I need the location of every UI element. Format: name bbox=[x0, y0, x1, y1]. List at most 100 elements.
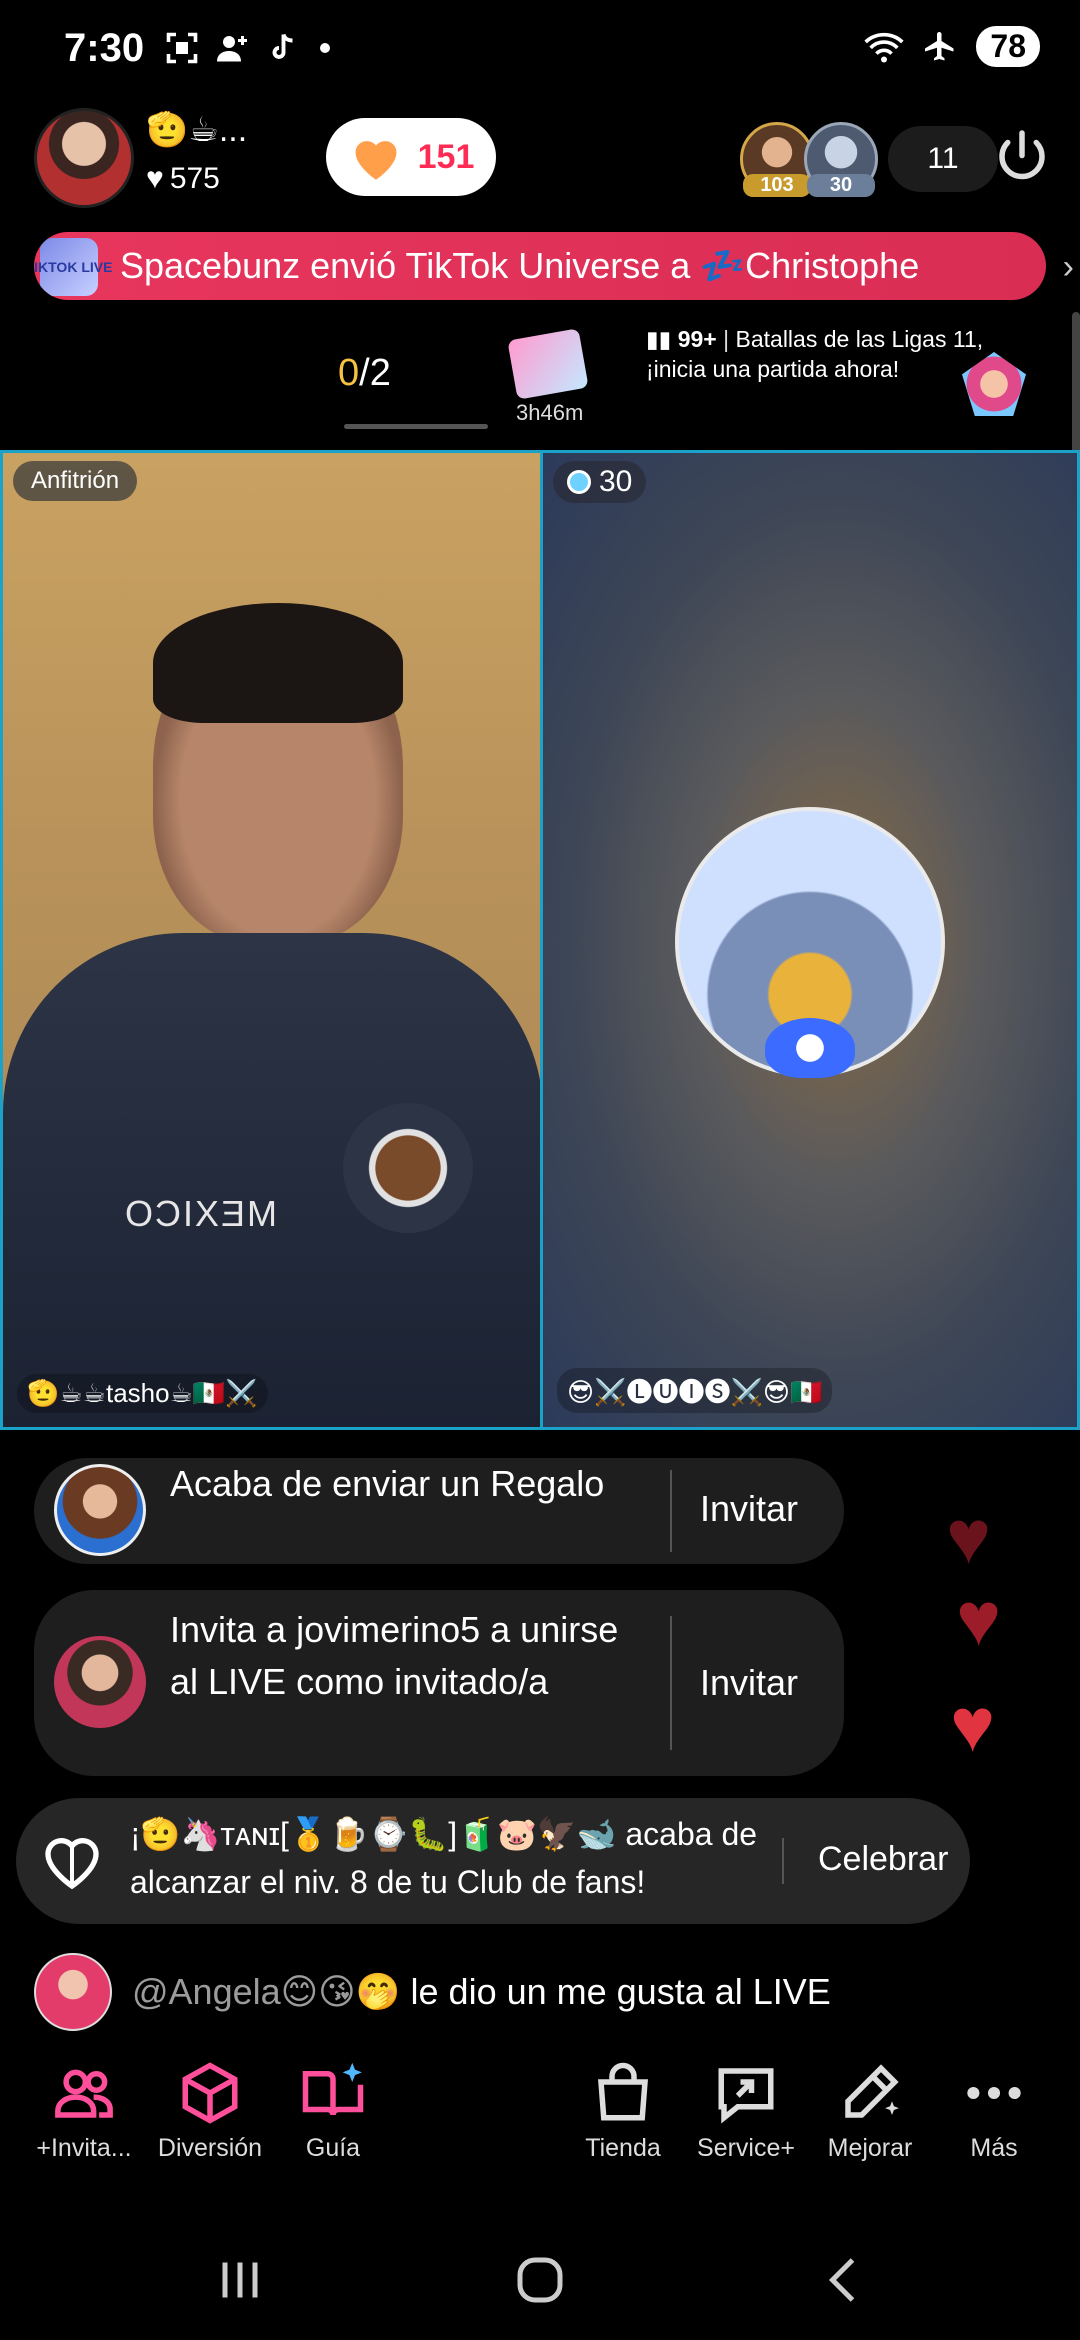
tool-label: +Invita... bbox=[36, 2134, 132, 2162]
tiktok-icon bbox=[272, 33, 293, 59]
status-time: 7:30 bbox=[64, 26, 145, 70]
guests-icon bbox=[55, 2069, 113, 2118]
top-viewer-avatar[interactable]: 103 bbox=[740, 122, 814, 197]
host-video-panel[interactable]: MEXICO Anfitrión 🫡☕☕tasho☕🇲🇽⚔️ bbox=[3, 453, 543, 1427]
league-divider: | bbox=[723, 326, 736, 352]
tool-invite[interactable]: +Invita... bbox=[24, 2060, 144, 2163]
invite-button[interactable]: Invitar bbox=[700, 1488, 798, 1530]
fanclub-card: ¡🫡🦄ᴛᴀɴɪ[🥇🍺⌚🐛]🧃🐷🦅🐋 acaba de alcanzar el n… bbox=[16, 1798, 970, 1924]
league-timer: 3h46m bbox=[516, 400, 584, 425]
league-row: 0/2 3h46m ▮▮ 99+ | Batallas de las Ligas… bbox=[0, 310, 1080, 450]
more-dots-icon bbox=[967, 2086, 1021, 2100]
guest-panel-name[interactable]: 😎⚔️🅛🅤🅘🅢⚔️😎🇲🇽 bbox=[557, 1368, 833, 1413]
invite-avatar[interactable] bbox=[54, 1464, 146, 1556]
bar-chart-icon: ▮▮ bbox=[646, 326, 678, 352]
battery-indicator: 78 bbox=[976, 26, 1040, 67]
gift-banner-text: Spacebunz envió TikTok Universe a 💤Chris… bbox=[120, 245, 920, 286]
shirt-emblem bbox=[343, 1103, 473, 1233]
battery-level: 78 bbox=[990, 28, 1026, 64]
add-user-icon bbox=[217, 36, 247, 62]
heart-icon: ♥ bbox=[950, 1683, 996, 1768]
magic-pen-icon bbox=[845, 2064, 899, 2118]
guest-score-badge: 30 bbox=[553, 461, 647, 503]
airplane-icon bbox=[925, 31, 954, 60]
notification-dot bbox=[320, 43, 330, 53]
battle-panels: MEXICO Anfitrión 🫡☕☕tasho☕🇲🇽⚔️ 30 😎⚔️🅛🅤🅘… bbox=[0, 450, 1080, 1430]
screenshot-icon bbox=[166, 32, 198, 64]
host-likes: ♥ 575 bbox=[146, 162, 220, 196]
league-message[interactable]: ▮▮ 99+ | Batallas de las Ligas 11, ¡inic… bbox=[646, 324, 986, 384]
like-count: 151 bbox=[417, 137, 475, 176]
card-divider bbox=[670, 1470, 672, 1552]
viewer-badge: 30 bbox=[807, 174, 875, 197]
gift-banner[interactable]: TIKTOK LIVE Spacebunz envió TikTok Unive… bbox=[34, 232, 1046, 300]
heart-icon: ♥ bbox=[956, 1577, 1002, 1662]
lotus-icon bbox=[765, 1018, 855, 1078]
tiktok-live-icon: TIKTOK LIVE bbox=[34, 238, 112, 296]
invite-card: Acaba de enviar un Regalo Invitar bbox=[34, 1458, 844, 1564]
live-toolbar: +Invita... Diversión Guía Tienda Service… bbox=[0, 2060, 1080, 2190]
shirt-text: MEXICO bbox=[123, 1193, 278, 1234]
league-progress-total: /2 bbox=[359, 352, 391, 394]
host-avatar[interactable] bbox=[34, 108, 134, 208]
back-icon[interactable] bbox=[815, 2250, 875, 2310]
tool-label: Mejorar bbox=[827, 2134, 913, 2162]
recent-apps-icon[interactable] bbox=[210, 2250, 270, 2310]
league-message-title: Batallas de las Ligas bbox=[735, 326, 947, 352]
shopping-bag-icon bbox=[598, 2062, 648, 2121]
tool-fun[interactable]: Diversión bbox=[150, 2060, 270, 2163]
host-likes-count: 575 bbox=[169, 162, 220, 195]
invite-avatar[interactable] bbox=[54, 1636, 146, 1728]
status-right: 78 bbox=[864, 26, 1040, 67]
host-tag: Anfitrión bbox=[13, 461, 138, 501]
invite-text: Acaba de enviar un Regalo bbox=[170, 1463, 605, 1504]
home-icon[interactable] bbox=[510, 2250, 570, 2310]
heart-icon: ♥ bbox=[946, 1495, 992, 1580]
invite-card: Invita a jovimerino5 a unirse al LIVE co… bbox=[34, 1590, 844, 1776]
league-rank: 99+ bbox=[677, 326, 717, 352]
status-bar: 7:30 78 bbox=[0, 0, 1080, 100]
host-video-hair bbox=[153, 603, 403, 723]
card-divider bbox=[782, 1838, 784, 1884]
system-nav-bar bbox=[0, 2220, 1080, 2340]
fanclub-text: ¡🫡🦄ᴛᴀɴɪ[🥇🍺⌚🐛]🧃🐷🦅🐋 acaba de alcanzar el n… bbox=[130, 1816, 758, 1900]
host-name[interactable]: 🫡☕... bbox=[146, 110, 247, 150]
tool-label: Diversión bbox=[157, 2134, 263, 2162]
comment-row: @Angela😊😘🤭 le dio un me gusta al LIVE bbox=[34, 1950, 831, 2034]
league-progress-current: 0 bbox=[338, 352, 360, 394]
tool-service[interactable]: Service+ bbox=[686, 2060, 806, 2163]
invite-button[interactable]: Invitar bbox=[700, 1662, 798, 1704]
comment-text: @Angela😊😘🤭 le dio un me gusta al LIVE bbox=[132, 1971, 831, 2013]
comment-avatar[interactable] bbox=[34, 1953, 112, 2031]
league-progress-bar bbox=[344, 424, 488, 429]
live-top-bar: 🫡☕... ♥ 575 151 103 30 11 bbox=[0, 100, 1080, 220]
top-viewers[interactable]: 103 30 11 bbox=[740, 122, 998, 197]
like-button[interactable]: 151 bbox=[326, 118, 496, 196]
guest-video-panel[interactable]: 30 😎⚔️🅛🅤🅘🅢⚔️😎🇲🇽 bbox=[543, 453, 1077, 1427]
ticket-icon[interactable] bbox=[507, 328, 589, 400]
viewer-badge: 103 bbox=[743, 174, 811, 197]
viewer-count[interactable]: 11 bbox=[888, 126, 998, 192]
tool-enhance[interactable]: Mejorar bbox=[810, 2060, 930, 2163]
heart-icon: ♥ bbox=[146, 162, 164, 195]
tool-label: Más bbox=[970, 2134, 1018, 2162]
share-chat-icon bbox=[718, 2068, 774, 2124]
power-icon[interactable] bbox=[992, 128, 1052, 188]
book-sparkle-icon bbox=[302, 2062, 364, 2116]
invite-text: Invita a jovimerino5 a unirse al LIVE co… bbox=[170, 1609, 619, 1702]
heart-icon bbox=[355, 141, 397, 180]
host-panel-name[interactable]: 🫡☕☕tasho☕🇲🇽⚔️ bbox=[17, 1374, 268, 1413]
league-progress: 0/2 bbox=[338, 352, 391, 395]
tool-guide[interactable]: Guía bbox=[273, 2060, 393, 2163]
comment-message: le dio un me gusta al LIVE bbox=[400, 1971, 831, 2012]
celebrate-button[interactable]: Celebrar bbox=[818, 1840, 948, 1879]
tool-more[interactable]: Más bbox=[934, 2060, 1054, 2163]
tool-label: Tienda bbox=[585, 2134, 661, 2162]
tool-shop[interactable]: Tienda bbox=[563, 2060, 683, 2163]
chevron-right-icon[interactable]: › bbox=[1063, 248, 1074, 287]
guest-score: 30 bbox=[599, 465, 633, 498]
comment-user[interactable]: @Angela😊😘🤭 bbox=[132, 1971, 401, 2012]
tool-label: Service+ bbox=[697, 2134, 795, 2162]
top-viewer-avatar[interactable]: 30 bbox=[804, 122, 878, 197]
tool-label: Guía bbox=[305, 2134, 361, 2162]
